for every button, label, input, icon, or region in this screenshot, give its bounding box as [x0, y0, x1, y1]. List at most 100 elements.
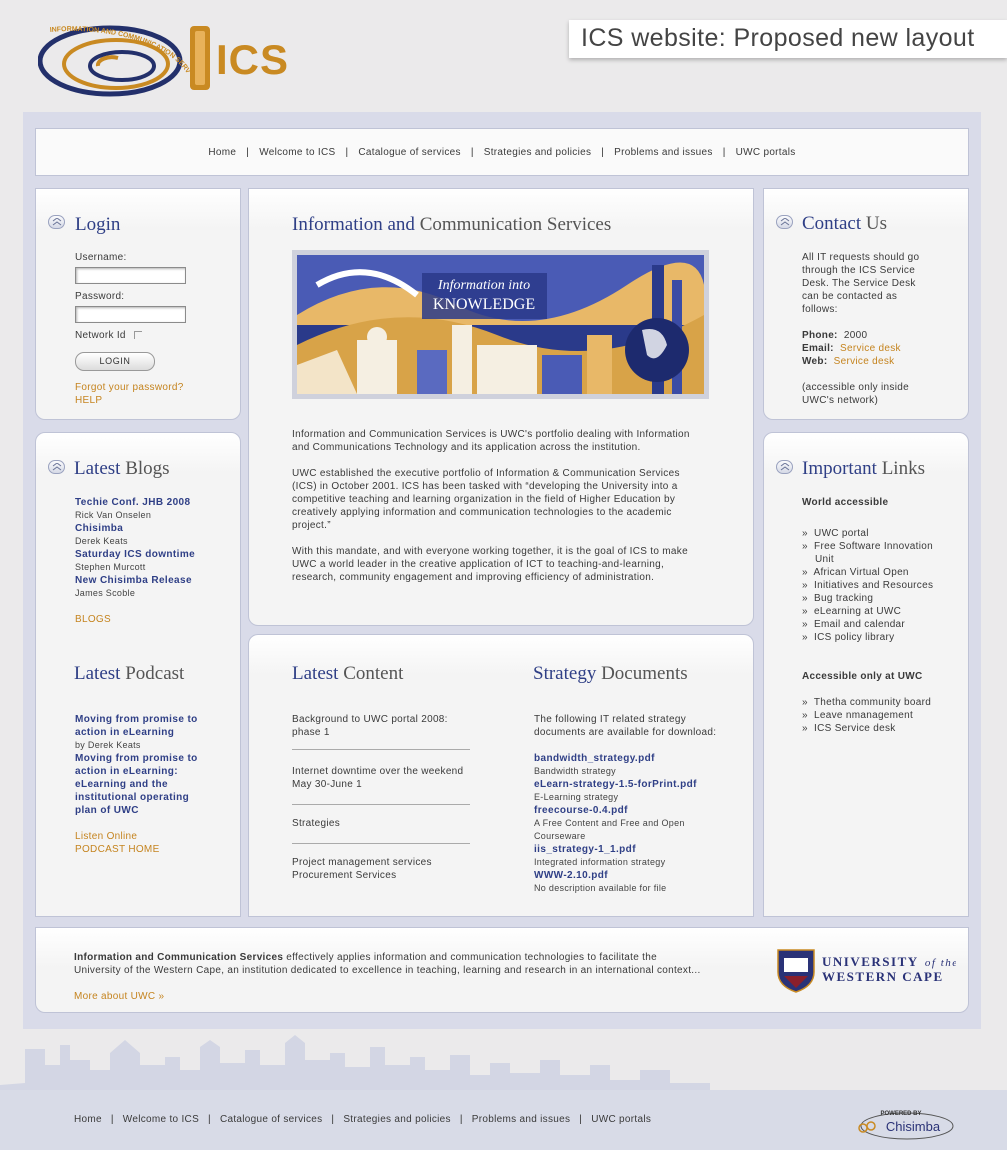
- content-item[interactable]: Strategies: [292, 817, 340, 830]
- nav-problems[interactable]: Problems and issues: [472, 1114, 571, 1125]
- uwc-logo-line1: UNIVERSITY: [822, 954, 918, 969]
- contact-email: Email: Service desk: [802, 342, 901, 355]
- bullet: »: [802, 593, 808, 604]
- link-item[interactable]: » Initiatives and Resources: [802, 579, 933, 592]
- content-item[interactable]: Project management services Procurement …: [292, 856, 432, 882]
- podcast-title[interactable]: Moving from promise to action in eLearni…: [75, 752, 198, 817]
- podcast-title-line: action in eLearning: [75, 727, 175, 738]
- login-heading: Login: [75, 214, 120, 236]
- web-link[interactable]: Service desk: [834, 356, 895, 367]
- strategy-doc-desc: A Free Content and Free and Open: [534, 818, 685, 828]
- contact-web: Web: Service desk: [802, 355, 895, 368]
- link-item[interactable]: » UWC portal: [802, 527, 933, 540]
- uwc-only-title: Accessible only at UWC: [802, 671, 923, 682]
- collapse-toggle-icon[interactable]: [48, 215, 65, 229]
- login-button[interactable]: LOGIN: [75, 352, 155, 371]
- nav-separator: |: [110, 1113, 114, 1125]
- listen-online-link[interactable]: Listen Online: [75, 830, 137, 843]
- uwc-logo[interactable]: UNIVERSITY of the WESTERN CAPE: [776, 946, 957, 994]
- link-item[interactable]: » African Virtual Open: [802, 566, 933, 579]
- strategy-doc-link[interactable]: iis_strategy-1_1.pdf: [534, 843, 636, 856]
- blog-title[interactable]: New Chisimba Release: [75, 574, 192, 587]
- nav-catalogue[interactable]: Catalogue of services: [358, 147, 460, 158]
- username-input[interactable]: [75, 267, 186, 284]
- nav-separator: |: [579, 1113, 583, 1125]
- nav-problems[interactable]: Problems and issues: [614, 147, 713, 158]
- text-line: University of the Western Cape, an insti…: [74, 965, 701, 976]
- link-item[interactable]: » Thetha community board: [802, 696, 931, 709]
- text-line: Procurement Services: [292, 870, 397, 881]
- text-line: UWC established the executive portfolio …: [292, 468, 680, 479]
- blogs-link[interactable]: BLOGS: [75, 613, 111, 626]
- link-item[interactable]: » ICS policy library: [802, 631, 933, 644]
- forgot-password-link[interactable]: Forgot your password?: [75, 381, 184, 394]
- podcast-title-line: eLearning and the: [75, 779, 168, 790]
- more-about-uwc-link[interactable]: More about UWC »: [74, 990, 164, 1003]
- strategy-doc-desc: Bandwidth strategy: [534, 766, 616, 776]
- strategy-doc-link[interactable]: freecourse-0.4.pdf: [534, 804, 628, 817]
- blog-title[interactable]: Chisimba: [75, 522, 123, 535]
- nav-welcome[interactable]: Welcome to ICS: [259, 147, 335, 158]
- collapse-toggle-icon[interactable]: [48, 460, 65, 474]
- collapse-toggle-icon[interactable]: [776, 215, 793, 229]
- nav-catalogue[interactable]: Catalogue of services: [220, 1114, 322, 1125]
- blog-title[interactable]: Saturday ICS downtime: [75, 548, 195, 561]
- link-item[interactable]: Unit: [802, 553, 933, 566]
- bullet: »: [802, 541, 808, 552]
- uwc-logo-of: of the: [925, 957, 956, 969]
- blogs-heading: Latest Blogs: [74, 458, 170, 480]
- collapse-toggle-icon[interactable]: [776, 460, 793, 474]
- text-line: phase 1: [292, 727, 330, 738]
- help-link[interactable]: HELP: [75, 394, 102, 407]
- content-item[interactable]: Background to UWC portal 2008: phase 1: [292, 713, 448, 739]
- blog-author: Stephen Murcott: [75, 562, 146, 572]
- link-label: ICS Service desk: [814, 723, 896, 734]
- blog-author: Rick Van Onselen: [75, 510, 152, 520]
- nav-strategies[interactable]: Strategies and policies: [343, 1114, 451, 1125]
- link-label: Leave nmanagement: [814, 710, 914, 721]
- link-item[interactable]: » Email and calendar: [802, 618, 933, 631]
- nav-portals[interactable]: UWC portals: [736, 147, 796, 158]
- strategy-doc-link[interactable]: WWW-2.10.pdf: [534, 869, 608, 882]
- nav-strategies[interactable]: Strategies and policies: [484, 147, 592, 158]
- chisimba-logo[interactable]: POWERED BY Chisimba: [855, 1106, 955, 1142]
- email-link[interactable]: Service desk: [840, 343, 901, 354]
- strategy-doc-link[interactable]: bandwidth_strategy.pdf: [534, 752, 655, 765]
- bullet: »: [802, 580, 808, 591]
- link-item[interactable]: » Free Software Innovation: [802, 540, 933, 553]
- strategy-doc-link[interactable]: eLearn-strategy-1.5-forPrint.pdf: [534, 778, 697, 791]
- link-item[interactable]: » Bug tracking: [802, 592, 933, 605]
- contact-note: (accessible only inside UWC's network): [802, 381, 909, 407]
- chisimba-text: Chisimba: [886, 1119, 941, 1134]
- bullet: »: [802, 710, 808, 721]
- links-heading-rest: Links: [876, 458, 925, 479]
- link-item[interactable]: » ICS Service desk: [802, 722, 931, 735]
- text-line: documents are available for download:: [534, 727, 717, 738]
- contact-description: All IT requests should go through the IC…: [802, 251, 919, 316]
- blogs-heading-rest: Blogs: [120, 458, 170, 479]
- divider: [292, 749, 470, 750]
- world-accessible-title: World accessible: [802, 497, 889, 508]
- link-item[interactable]: » Leave nmanagement: [802, 709, 931, 722]
- blog-title[interactable]: Techie Conf. JHB 2008: [75, 496, 190, 509]
- links-heading: Important Links: [802, 458, 925, 480]
- password-input[interactable]: [75, 306, 186, 323]
- text-line: through the ICS Service: [802, 265, 916, 276]
- link-item[interactable]: » eLearning at UWC: [802, 605, 933, 618]
- podcast-title-line: Moving from promise to: [75, 714, 198, 725]
- nav-portals[interactable]: UWC portals: [591, 1114, 651, 1125]
- network-id-checkbox[interactable]: [134, 331, 142, 339]
- nav-home[interactable]: Home: [74, 1114, 102, 1125]
- banner-text-line1: Information into: [437, 278, 530, 293]
- intro-paragraph-2: UWC established the executive portfolio …: [292, 467, 680, 532]
- content-item[interactable]: Internet downtime over the weekend May 3…: [292, 765, 463, 791]
- nav-welcome[interactable]: Welcome to ICS: [123, 1114, 199, 1125]
- ics-logo[interactable]: INFORMATION AND COMMUNICATION SERVICES I…: [35, 11, 318, 98]
- strategy-heading-rest: Documents: [596, 663, 688, 684]
- podcast-title[interactable]: Moving from promise to action in eLearni…: [75, 713, 198, 739]
- divider: [292, 843, 470, 844]
- text-line: UWC's network): [802, 395, 879, 406]
- podcast-home-link[interactable]: PODCAST HOME: [75, 843, 160, 856]
- nav-separator: |: [470, 146, 474, 158]
- nav-home[interactable]: Home: [208, 147, 236, 158]
